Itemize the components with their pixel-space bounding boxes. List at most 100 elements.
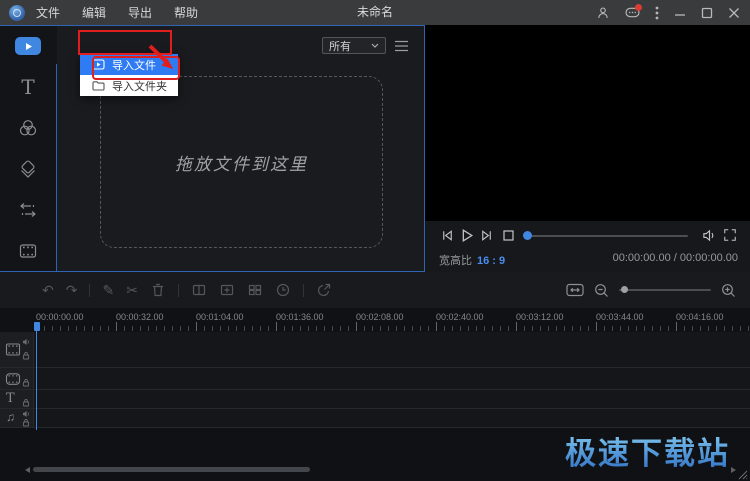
crop-icon xyxy=(219,282,235,298)
more-menu-icon[interactable] xyxy=(655,6,659,20)
delete-button[interactable] xyxy=(150,282,166,298)
timeline-zoom-handle[interactable] xyxy=(621,286,628,293)
split-screen-icon xyxy=(191,282,207,298)
mosaic-icon xyxy=(247,282,263,298)
menu-item-import-folder[interactable]: 导入文件夹 xyxy=(80,75,178,96)
aspect-ratio[interactable]: 宽高比16 : 9 xyxy=(439,252,505,268)
sidebar-item-filters[interactable] xyxy=(0,111,56,145)
media-tab-active-badge xyxy=(15,37,41,55)
export-icon xyxy=(316,282,332,298)
zoom-in-button[interactable] xyxy=(721,283,736,298)
track-lock-icon[interactable] xyxy=(22,378,30,387)
fullscreen-button[interactable] xyxy=(723,228,737,242)
ruler-label: 00:02:08.00 xyxy=(356,312,404,322)
track-pip[interactable] xyxy=(0,368,750,390)
split-cut-button[interactable]: ✂ xyxy=(126,282,138,298)
transitions-icon xyxy=(17,199,39,221)
folder-icon xyxy=(92,80,105,91)
elements-icon xyxy=(17,240,39,262)
volume-icon xyxy=(702,228,717,243)
media-filter-dropdown[interactable]: 所有 xyxy=(322,37,386,54)
maximize-button[interactable] xyxy=(701,7,713,19)
edit-button[interactable]: ✎ xyxy=(102,282,114,298)
volume-button[interactable] xyxy=(702,228,717,243)
video-editor-window: 文件 编辑 导出 帮助 未命名 xyxy=(0,0,750,481)
overlays-icon xyxy=(17,158,39,180)
track-mute-icon[interactable] xyxy=(22,410,30,418)
track-audio[interactable]: ♫ xyxy=(0,409,750,428)
ruler-label: 00:03:44.00 xyxy=(596,312,644,322)
seek-handle[interactable] xyxy=(523,231,532,240)
text-tool-icon: T xyxy=(21,77,34,97)
video-track-icon xyxy=(5,342,21,357)
menu-file[interactable]: 文件 xyxy=(36,4,60,21)
preview-panel: 宽高比16 : 9 00:00:00.00 / 00:00:00.00 xyxy=(425,25,750,272)
timeline-ruler[interactable]: 00:00:00.00 00:00:32.00 00:01:04.00 00:0… xyxy=(0,308,750,332)
media-filter-value: 所有 xyxy=(329,38,351,54)
toolbar-separator xyxy=(303,284,304,297)
zoom-out-button[interactable] xyxy=(594,283,609,298)
menu-export[interactable]: 导出 xyxy=(128,4,152,21)
track-text[interactable]: T xyxy=(0,390,750,409)
pip-track-icon xyxy=(5,372,21,386)
notification-badge xyxy=(635,4,642,11)
resize-grip[interactable] xyxy=(738,470,748,480)
sidebar-divider xyxy=(56,64,57,271)
playhead-line[interactable] xyxy=(36,322,37,430)
scroll-right-arrow[interactable] xyxy=(731,467,736,473)
sidebar-item-transitions[interactable] xyxy=(0,193,56,227)
stop-button[interactable] xyxy=(502,229,515,242)
previous-frame-button[interactable] xyxy=(440,228,455,243)
track-lock-icon[interactable] xyxy=(22,351,30,360)
dropzone-hint: 拖放文件到这里 xyxy=(175,150,308,175)
fit-timeline-button[interactable] xyxy=(566,283,584,297)
user-account-icon[interactable] xyxy=(596,6,610,20)
fit-timeline-icon xyxy=(566,283,584,297)
audio-track-icon: ♫ xyxy=(6,410,15,424)
play-icon xyxy=(458,227,475,244)
track-mute-icon[interactable] xyxy=(22,338,30,346)
playhead-marker[interactable] xyxy=(34,322,40,331)
track-lock-icon[interactable] xyxy=(22,398,30,407)
duration-button[interactable] xyxy=(275,282,291,298)
crop-button[interactable] xyxy=(219,282,235,298)
chevron-down-icon xyxy=(371,43,379,48)
track-video[interactable] xyxy=(0,332,750,368)
next-frame-button[interactable] xyxy=(479,228,494,243)
horizontal-scrollbar[interactable] xyxy=(33,467,310,472)
menu-help[interactable]: 帮助 xyxy=(174,4,198,21)
ruler-label: 00:04:16.00 xyxy=(676,312,724,322)
minimize-button[interactable] xyxy=(674,7,686,19)
seek-bar[interactable] xyxy=(527,235,688,237)
menu-item-import-file[interactable]: 导入文件 xyxy=(80,54,178,75)
sidebar-item-overlays[interactable] xyxy=(0,152,56,186)
scroll-left-arrow[interactable] xyxy=(25,467,30,473)
media-dropzone[interactable]: 拖放文件到这里 xyxy=(100,76,383,248)
timeline-zoom-slider[interactable] xyxy=(619,289,711,291)
fullscreen-icon xyxy=(723,228,737,242)
promotion-icon[interactable] xyxy=(625,6,640,19)
track-video-header xyxy=(0,332,34,367)
menu-bar: 文件 编辑 导出 帮助 xyxy=(36,4,198,21)
aspect-ratio-value: 16 : 9 xyxy=(477,255,505,267)
menu-item-label: 导入文件夹 xyxy=(112,78,167,94)
sidebar-item-media[interactable] xyxy=(0,29,56,63)
export-clip-button[interactable] xyxy=(316,282,332,298)
mosaic-button[interactable] xyxy=(247,282,263,298)
app-logo-icon xyxy=(9,5,25,21)
import-menu-popup: 导入文件 导入文件夹 xyxy=(80,54,178,96)
sidebar-item-text[interactable]: T xyxy=(0,70,56,104)
list-view-toggle[interactable] xyxy=(394,40,409,52)
ruler-label: 00:01:36.00 xyxy=(276,312,324,322)
undo-button[interactable]: ↶ xyxy=(42,282,54,298)
ruler-label: 00:01:04.00 xyxy=(196,312,244,322)
track-lock-icon[interactable] xyxy=(22,418,30,427)
split-screen-button[interactable] xyxy=(191,282,207,298)
play-button[interactable] xyxy=(458,227,475,244)
close-button[interactable] xyxy=(728,7,740,19)
media-panel: T xyxy=(0,25,425,272)
redo-button[interactable]: ↷ xyxy=(66,282,78,298)
menu-edit[interactable]: 编辑 xyxy=(82,4,106,21)
sidebar-item-elements[interactable] xyxy=(0,234,56,268)
titlebar-actions xyxy=(596,0,740,25)
